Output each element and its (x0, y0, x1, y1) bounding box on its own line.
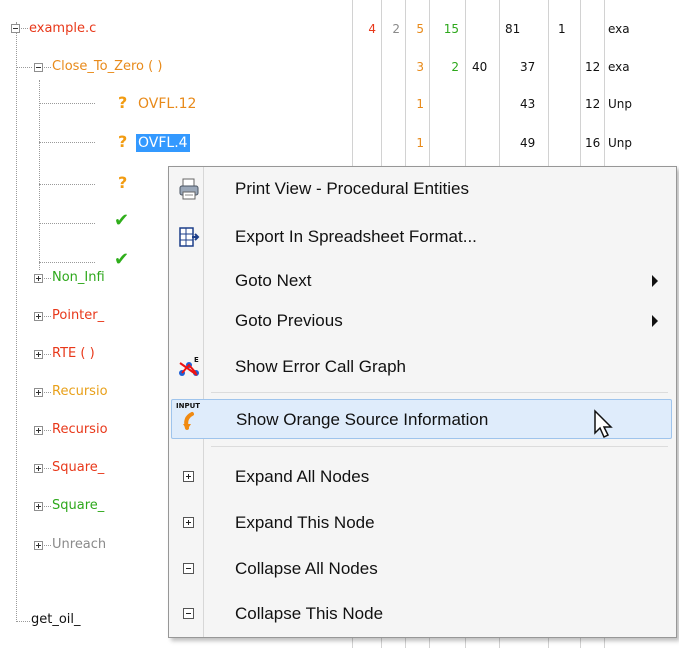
table-cell: 1 (416, 97, 424, 111)
collapse-node-icon[interactable] (34, 63, 43, 72)
table-cell: 3 (416, 60, 424, 74)
expand-node-icon[interactable] (34, 541, 43, 550)
table-cell: 81 (505, 22, 521, 36)
submenu-arrow-icon (652, 275, 658, 287)
expand-node-icon[interactable] (34, 426, 43, 435)
tree-node-label[interactable]: example.c (29, 20, 96, 38)
green-check-icon: ✔ (114, 210, 130, 231)
tree-node-label[interactable]: Square_ (52, 459, 104, 477)
menu-item-export-spreadsheet[interactable]: Export In Spreadsheet Format... (171, 217, 672, 257)
tree-guide-line (44, 278, 51, 279)
tree-guide-line (44, 506, 51, 507)
collapse-node-icon[interactable] (11, 24, 20, 33)
tree-guide-line (44, 354, 51, 355)
table-cell: 1 (416, 136, 424, 150)
tree-node-label[interactable]: Recursio (52, 421, 108, 439)
expand-icon (183, 471, 194, 482)
tree-node-label[interactable]: Recursio (52, 383, 108, 401)
menu-item-label: Collapse This Node (235, 604, 384, 623)
orange-question-icon: ? (118, 93, 128, 112)
tree-guide-line (44, 392, 51, 393)
menu-item-expand-this[interactable]: Expand This Node (171, 503, 672, 543)
tree-node-label[interactable]: RTE ( ) (52, 345, 95, 363)
results-tree-window: example.c 4 2 5 15 81 1 exa Close_To_Zer… (0, 0, 679, 648)
menu-item-label: Show Error Call Graph (235, 357, 407, 376)
table-cell: Unp (608, 97, 633, 111)
tree-node-label[interactable]: Non_Infi (52, 269, 105, 287)
menu-item-label: Expand This Node (235, 513, 375, 532)
menu-item-expand-all[interactable]: Expand All Nodes (171, 457, 672, 497)
tree-row-function[interactable]: Close_To_Zero ( ) 3 2 40 37 12 exa (0, 53, 679, 82)
input-source-icon: INPUT (176, 402, 202, 430)
printer-icon (179, 178, 199, 200)
orange-question-icon: ? (118, 173, 128, 192)
menu-item-label: Expand All Nodes (235, 467, 370, 486)
menu-item-label: Print View - Procedural Entities (235, 179, 470, 198)
table-cell: 12 (585, 60, 601, 74)
menu-item-label: Goto Previous (235, 311, 343, 330)
tree-guide-line (21, 28, 28, 29)
tree-node-label[interactable]: Square_ (52, 497, 104, 515)
submenu-arrow-icon (652, 315, 658, 327)
menu-item-goto-next[interactable]: Goto Next (171, 261, 672, 301)
table-cell: 12 (585, 97, 601, 111)
menu-item-goto-previous[interactable]: Goto Previous (171, 301, 672, 341)
tree-guide-line (44, 545, 51, 546)
table-cell: exa (608, 60, 630, 74)
expand-node-icon[interactable] (34, 388, 43, 397)
tree-guide-line (44, 430, 51, 431)
menu-item-label: Collapse All Nodes (235, 559, 378, 578)
menu-item-collapse-all[interactable]: Collapse All Nodes (171, 549, 672, 589)
tree-row-check-selected[interactable]: ? OVFL.4 1 49 16 Unp (0, 129, 679, 158)
tree-node-label[interactable]: Close_To_Zero ( ) (52, 58, 162, 76)
table-cell: 43 (520, 97, 536, 111)
expand-node-icon[interactable] (34, 312, 43, 321)
tree-node-label[interactable]: Pointer_ (52, 307, 104, 325)
table-cell: 37 (520, 60, 536, 74)
expand-icon (183, 517, 194, 528)
menu-item-label: Goto Next (235, 271, 312, 290)
spreadsheet-export-icon (179, 227, 200, 247)
tree-node-label[interactable]: OVFL.4 (136, 134, 190, 152)
tree-node-label[interactable]: OVFL.12 (138, 95, 196, 113)
svg-text:E: E (194, 356, 199, 364)
table-cell: 16 (585, 136, 601, 150)
collapse-icon (183, 563, 194, 574)
menu-item-label: Show Orange Source Information (236, 410, 489, 429)
table-cell: exa (608, 22, 630, 36)
input-icon-text: INPUT (176, 402, 201, 410)
tree-node-label[interactable]: get_oil_ (31, 611, 81, 629)
expand-node-icon[interactable] (34, 464, 43, 473)
tree-guide-line (44, 316, 51, 317)
call-graph-icon: E (179, 356, 199, 376)
orange-question-icon: ? (118, 132, 128, 151)
table-cell: 15 (443, 22, 459, 36)
table-cell: 4 (368, 22, 376, 36)
tree-guide-line (44, 468, 51, 469)
table-cell: 49 (520, 136, 536, 150)
mouse-pointer-icon (594, 409, 613, 439)
expand-node-icon[interactable] (34, 350, 43, 359)
tree-node-label[interactable]: Unreach (52, 536, 106, 554)
table-cell: 1 (558, 22, 566, 36)
collapse-icon (183, 608, 194, 619)
table-cell: 5 (416, 22, 424, 36)
table-cell: Unp (608, 136, 633, 150)
tree-row-check[interactable]: ? OVFL.12 1 43 12 Unp (0, 90, 679, 119)
table-cell: 2 (392, 22, 400, 36)
tree-guide-line (44, 67, 51, 68)
tree-row-root[interactable]: example.c 4 2 5 15 81 1 exa (0, 15, 679, 44)
menu-separator (211, 392, 668, 393)
expand-node-icon[interactable] (34, 502, 43, 511)
menu-item-label: Export In Spreadsheet Format... (235, 227, 477, 246)
menu-item-print-view[interactable]: Print View - Procedural Entities (171, 169, 672, 209)
table-cell: 2 (451, 60, 459, 74)
expand-node-icon[interactable] (34, 274, 43, 283)
table-cell: 40 (472, 60, 488, 74)
context-menu: Print View - Procedural Entities Export … (168, 166, 677, 638)
menu-item-collapse-this[interactable]: Collapse This Node (171, 594, 672, 634)
menu-separator (211, 446, 668, 447)
menu-item-error-call-graph[interactable]: E Show Error Call Graph (171, 347, 672, 387)
